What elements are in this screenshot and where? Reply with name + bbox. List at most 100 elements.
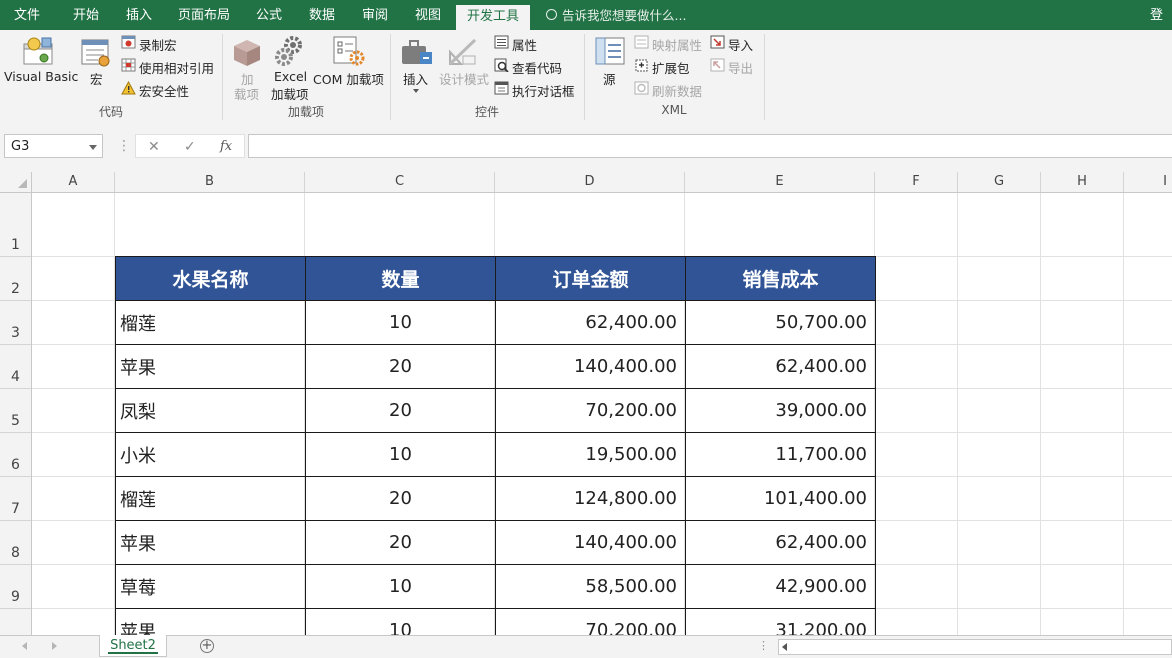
cell-grid[interactable]: 水果名称 数量 订单金额 销售成本 榴莲 10 62,400.00 50,700… — [32, 193, 1172, 635]
cell-quantity[interactable]: 10 — [305, 608, 496, 635]
row-header-6[interactable]: 6 — [0, 433, 31, 477]
cell-fruit-name[interactable]: 榴莲 — [115, 476, 306, 521]
map-properties-button[interactable]: 映射属性 — [652, 35, 702, 54]
column-header-b[interactable]: B — [115, 172, 305, 192]
xml-source-button[interactable]: 源 — [603, 69, 616, 88]
row-header-2[interactable]: 2 — [0, 257, 31, 301]
cell-quantity[interactable]: 20 — [305, 344, 496, 389]
expansion-pack-button[interactable]: 扩展包 — [652, 58, 690, 77]
tell-me-search[interactable]: 告诉我您想要做什么... — [546, 0, 686, 30]
cell-sales-cost[interactable]: 39,000.00 — [685, 388, 876, 433]
insert-function-icon[interactable]: fx — [220, 135, 232, 159]
tab-formulas[interactable]: 公式 — [245, 0, 293, 30]
run-dialog-button[interactable]: 执行对话框 — [512, 81, 575, 100]
header-fruit-name[interactable]: 水果名称 — [115, 256, 306, 301]
drag-handle-icon[interactable]: ⋮ — [117, 136, 131, 156]
relative-reference-button[interactable]: 使用相对引用 — [139, 58, 214, 77]
cell-quantity[interactable]: 10 — [305, 300, 496, 345]
tab-data[interactable]: 数据 — [298, 0, 346, 30]
tab-file[interactable]: 文件 — [2, 0, 52, 30]
cell-quantity[interactable]: 20 — [305, 520, 496, 565]
cell-quantity[interactable]: 10 — [305, 564, 496, 609]
login-button[interactable]: 登 — [1150, 0, 1163, 30]
cell-sales-cost[interactable]: 62,400.00 — [685, 344, 876, 389]
cell-quantity[interactable]: 20 — [305, 388, 496, 433]
header-order-amount[interactable]: 订单金额 — [495, 256, 686, 301]
properties-button[interactable]: 属性 — [512, 35, 537, 54]
visual-basic-button[interactable]: Visual Basic — [4, 69, 78, 84]
scroll-sheets-left-icon[interactable] — [22, 642, 27, 650]
scroll-sheets-right-icon[interactable] — [52, 642, 57, 650]
cell-fruit-name[interactable]: 苹果 — [115, 344, 306, 389]
import-button[interactable]: 导入 — [728, 35, 753, 54]
cell-sales-cost[interactable]: 62,400.00 — [685, 520, 876, 565]
cell-sales-cost[interactable]: 50,700.00 — [685, 300, 876, 345]
enter-icon[interactable]: ✓ — [184, 135, 196, 159]
name-box[interactable]: G3 — [4, 134, 103, 158]
insert-control-button[interactable]: 插入 — [403, 69, 428, 88]
column-header-a[interactable]: A — [32, 172, 115, 192]
row-header-3[interactable]: 3 — [0, 301, 31, 345]
tab-view[interactable]: 视图 — [404, 0, 452, 30]
record-macro-button[interactable]: 录制宏 — [139, 35, 177, 54]
cell-fruit-name[interactable]: 榴莲 — [115, 300, 306, 345]
cell-fruit-name[interactable]: 苹果 — [115, 608, 306, 635]
chevron-down-icon[interactable] — [89, 145, 97, 150]
cell-order-amount[interactable]: 140,400.00 — [495, 520, 686, 565]
header-quantity[interactable]: 数量 — [305, 256, 496, 301]
cell-sales-cost[interactable]: 11,700.00 — [685, 432, 876, 477]
column-header-d[interactable]: D — [495, 172, 685, 192]
select-all-corner[interactable] — [0, 172, 32, 192]
refresh-data-button[interactable]: 刷新数据 — [652, 81, 702, 100]
column-header-i[interactable]: I — [1124, 172, 1172, 192]
column-header-h[interactable]: H — [1041, 172, 1124, 192]
cell-quantity[interactable]: 10 — [305, 432, 496, 477]
macro-button[interactable]: 宏 — [90, 69, 103, 88]
tab-developer[interactable]: 开发工具 — [456, 5, 530, 30]
column-header-f[interactable]: F — [875, 172, 958, 192]
tab-review[interactable]: 审阅 — [351, 0, 399, 30]
sheet-tab[interactable]: Sheet2 — [99, 635, 167, 657]
horizontal-scrollbar[interactable] — [778, 639, 1172, 655]
formula-input[interactable] — [248, 134, 1172, 158]
cell-order-amount[interactable]: 124,800.00 — [495, 476, 686, 521]
cell-quantity[interactable]: 20 — [305, 476, 496, 521]
cell-sales-cost[interactable]: 101,400.00 — [685, 476, 876, 521]
cell-fruit-name[interactable]: 草莓 — [115, 564, 306, 609]
cell-order-amount[interactable]: 19,500.00 — [495, 432, 686, 477]
view-code-button[interactable]: 查看代码 — [512, 58, 562, 77]
row-header-8[interactable]: 8 — [0, 521, 31, 565]
split-handle-icon[interactable]: ⋮ — [758, 639, 769, 653]
row-header-4[interactable]: 4 — [0, 345, 31, 389]
row-header-7[interactable]: 7 — [0, 477, 31, 521]
tab-insert[interactable]: 插入 — [114, 0, 164, 30]
tab-page-layout[interactable]: 页面布局 — [170, 0, 238, 30]
group-separator — [764, 34, 765, 120]
cell-order-amount[interactable]: 140,400.00 — [495, 344, 686, 389]
row-header-9[interactable]: 9 — [0, 565, 31, 609]
excel-addin-button[interactable]: Excel — [274, 69, 307, 84]
column-header-c[interactable]: C — [305, 172, 495, 192]
cell-order-amount[interactable]: 62,400.00 — [495, 300, 686, 345]
cell-sales-cost[interactable]: 42,900.00 — [685, 564, 876, 609]
cell-order-amount[interactable]: 70,200.00 — [495, 388, 686, 433]
cell-sales-cost[interactable]: 31,200.00 — [685, 608, 876, 635]
design-mode-button[interactable]: 设计模式 — [439, 69, 489, 88]
cell-fruit-name[interactable]: 凤梨 — [115, 388, 306, 433]
column-header-g[interactable]: G — [958, 172, 1041, 192]
macro-security-button[interactable]: 宏安全性 — [139, 81, 189, 100]
cell-order-amount[interactable]: 58,500.00 — [495, 564, 686, 609]
com-addin-button[interactable]: COM 加载项 — [313, 69, 384, 88]
column-header-e[interactable]: E — [685, 172, 875, 192]
tab-home[interactable]: 开始 — [60, 0, 112, 30]
cancel-icon[interactable]: ✕ — [148, 135, 160, 159]
header-sales-cost[interactable]: 销售成本 — [685, 256, 876, 301]
cell-fruit-name[interactable]: 小米 — [115, 432, 306, 477]
cell-fruit-name[interactable]: 苹果 — [115, 520, 306, 565]
scroll-left-icon[interactable] — [782, 643, 787, 651]
export-button[interactable]: 导出 — [728, 58, 753, 77]
add-sheet-icon[interactable]: + — [200, 639, 214, 653]
cell-order-amount[interactable]: 70,200.00 — [495, 608, 686, 635]
row-header-1[interactable]: 1 — [0, 193, 31, 257]
row-header-5[interactable]: 5 — [0, 389, 31, 433]
